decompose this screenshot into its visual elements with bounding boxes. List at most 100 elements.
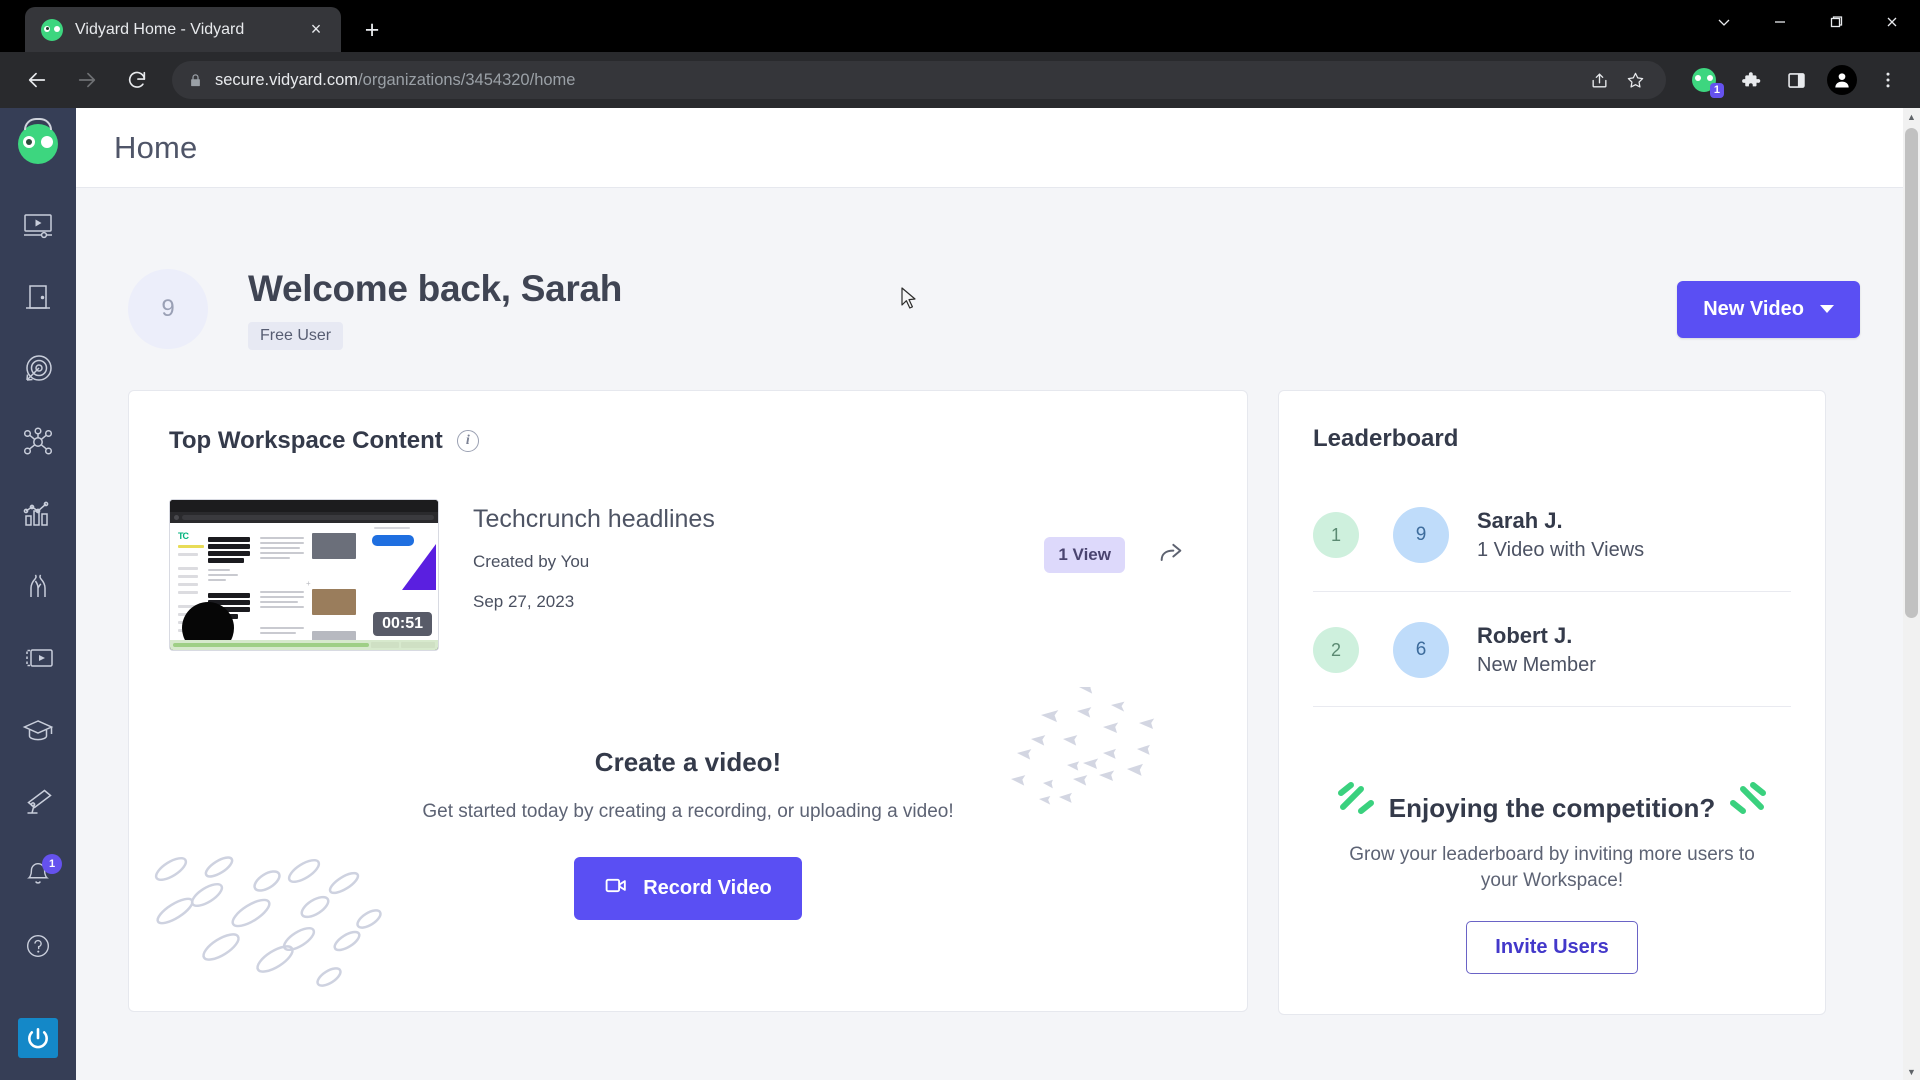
lock-icon [188,73,203,88]
promo-heading: Enjoying the competition? [1335,793,1769,824]
puzzle-icon[interactable] [1730,60,1770,100]
window-controls [1696,0,1920,44]
sidebar-item-analytics[interactable] [8,478,68,550]
sparkle-icon [1335,777,1381,819]
video-duration: 00:51 [373,612,432,636]
power-icon[interactable] [18,1018,58,1058]
avatar: 9 [128,269,208,349]
video-camera-icon [604,873,629,904]
forward-arrow-icon[interactable] [66,59,108,101]
star-icon[interactable] [1620,65,1650,95]
top-workspace-content-card: Top Workspace Content i [128,390,1248,1012]
side-panel-icon[interactable] [1776,60,1816,100]
card-title-top-workspace: Top Workspace Content [169,427,443,455]
back-arrow-icon[interactable] [16,59,58,101]
chevron-down-icon [1820,305,1834,313]
leaderboard-user-subtitle: 1 Video with Views [1477,539,1644,562]
techcrunch-logo: TC [178,531,188,541]
page-title: Home [114,130,198,166]
chrome-menu-icon[interactable] [1868,60,1908,100]
leaderboard-user-name: Robert J. [1477,623,1596,649]
url-domain: secure.vidyard.com [215,71,358,89]
mouse-cursor [901,287,921,313]
video-thumbnail[interactable]: TC [169,499,439,651]
minimize-icon[interactable] [1752,0,1808,44]
invite-users-button[interactable]: Invite Users [1466,921,1637,974]
extension-badge-count: 1 [1710,83,1724,98]
page-scrollbar[interactable]: ▲ ▼ [1903,108,1920,1080]
welcome-banner: 9 Welcome back, Sarah Free User New Vide… [76,188,1920,350]
page-header: Home [76,108,1920,188]
sidebar-item-campaigns[interactable] [8,334,68,406]
video-date: Sep 27, 2023 [473,592,1044,612]
video-creator: Created by You [473,552,1044,572]
vidyard-logo-icon [41,19,63,41]
scroll-up-arrow[interactable]: ▲ [1903,108,1920,125]
tab-title: Vidyard Home - Vidyard [75,21,303,39]
sidebar-item-team[interactable] [8,550,68,622]
main-content: Home 9 Welcome back, Sarah Free User New… [76,108,1920,1080]
leaderboard-user-subtitle: New Member [1477,654,1596,677]
new-video-button[interactable]: New Video [1677,281,1860,338]
video-title[interactable]: Techcrunch headlines [473,505,1044,534]
url-path: /organizations/3454320/home [358,71,575,89]
sidebar-item-spaces[interactable] [8,262,68,334]
share-icon[interactable] [1584,65,1614,95]
leaderboard-row: 2 6 Robert J. New Member [1313,592,1791,707]
info-icon[interactable]: i [457,430,479,452]
view-count-badge: 1 View [1044,537,1125,573]
sidebar-item-learning[interactable] [8,694,68,766]
scroll-down-arrow[interactable]: ▼ [1903,1063,1920,1080]
leaderboard-score: 6 [1393,622,1449,678]
leaderboard-user-name: Sarah J. [1477,508,1644,534]
purple-triangle-overlay [402,544,436,590]
leaderboard-card: Leaderboard 1 9 Sarah J. 1 Video with Vi… [1278,390,1826,1015]
dashboard-panels: Top Workspace Content i [76,350,1920,1015]
leaderboard-row: 1 9 Sarah J. 1 Video with Views [1313,477,1791,592]
browser-toolbar: secure.vidyard.com/organizations/3454320… [0,52,1920,108]
page-viewport: 1 Home 9 [0,108,1920,1080]
sidebar-item-integrations[interactable] [8,406,68,478]
vidyard-extension-icon[interactable]: 1 [1684,60,1724,100]
profile-avatar-icon[interactable] [1822,60,1862,100]
new-video-label: New Video [1703,298,1804,321]
browser-tab[interactable]: Vidyard Home - Vidyard × [25,7,341,52]
sidebar-item-playlists[interactable] [8,622,68,694]
record-video-button[interactable]: Record Video [574,857,802,920]
notification-badge: 1 [42,854,62,874]
sidebar-item-videos[interactable] [8,190,68,262]
address-bar[interactable]: secure.vidyard.com/organizations/3454320… [172,61,1666,99]
window-close-icon[interactable] [1864,0,1920,44]
video-list-item[interactable]: TC [169,499,1207,651]
status-badge: Free User [248,322,343,350]
left-nav-rail: 1 [0,108,76,1080]
vidyard-logo-icon[interactable] [18,124,58,164]
sidebar-item-notifications[interactable]: 1 [8,838,68,910]
cta-body: Get started today by creating a recordin… [416,800,961,825]
url-text: secure.vidyard.com/organizations/3454320… [215,71,575,90]
close-icon[interactable]: × [303,17,329,43]
leaderboard-rank: 1 [1313,512,1359,558]
scroll-thumb[interactable] [1905,128,1918,618]
extensions-area: 1 [1678,60,1908,100]
sparkle-icon [1723,777,1769,819]
share-arrow-icon[interactable] [1157,539,1185,572]
scroll-area: 9 Welcome back, Sarah Free User New Vide… [76,188,1920,1080]
leaderboard-rank: 2 [1313,627,1359,673]
reload-icon[interactable] [116,59,158,101]
video-actions: 1 View [1044,499,1207,573]
sidebar-item-help[interactable] [8,910,68,982]
create-video-cta: Create a video! Get started today by cre… [169,747,1207,920]
omnibox-actions [1584,65,1650,95]
promo-body: Grow your leaderboard by inviting more u… [1337,842,1767,893]
leaderboard-score: 9 [1393,507,1449,563]
browser-titlebar: Vidyard Home - Vidyard × + [0,0,1920,52]
sidebar-item-discover[interactable] [8,766,68,838]
new-tab-button[interactable]: + [355,13,389,47]
maximize-icon[interactable] [1808,0,1864,44]
record-video-label: Record Video [643,877,772,900]
card-title-leaderboard: Leaderboard [1313,425,1458,453]
invite-promo: Enjoying the competition? Grow your lead… [1313,793,1791,1014]
welcome-heading: Welcome back, Sarah [248,268,622,310]
chevron-down-icon[interactable] [1696,0,1752,44]
